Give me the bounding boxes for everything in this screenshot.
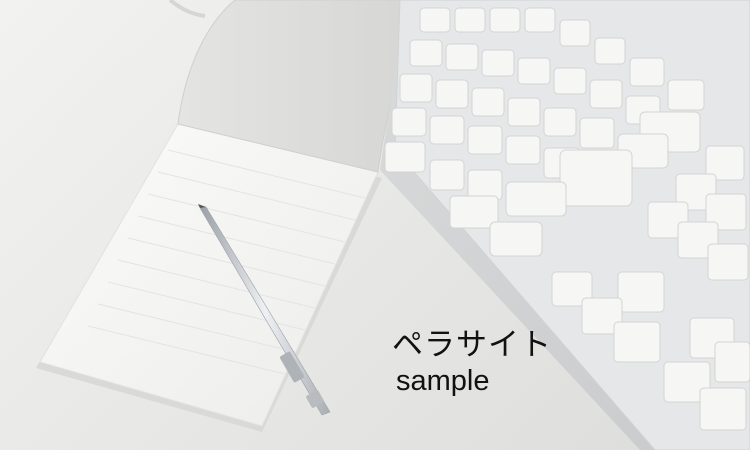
caption-line-2: sample <box>396 365 490 397</box>
caption-line-1: ペラサイト <box>392 327 552 363</box>
photo-scene: ペラサイト sample <box>0 0 750 450</box>
notepad <box>36 0 411 432</box>
cable-left <box>168 0 206 18</box>
desk-photo <box>36 0 750 450</box>
caption: ペラサイト sample <box>392 330 552 396</box>
